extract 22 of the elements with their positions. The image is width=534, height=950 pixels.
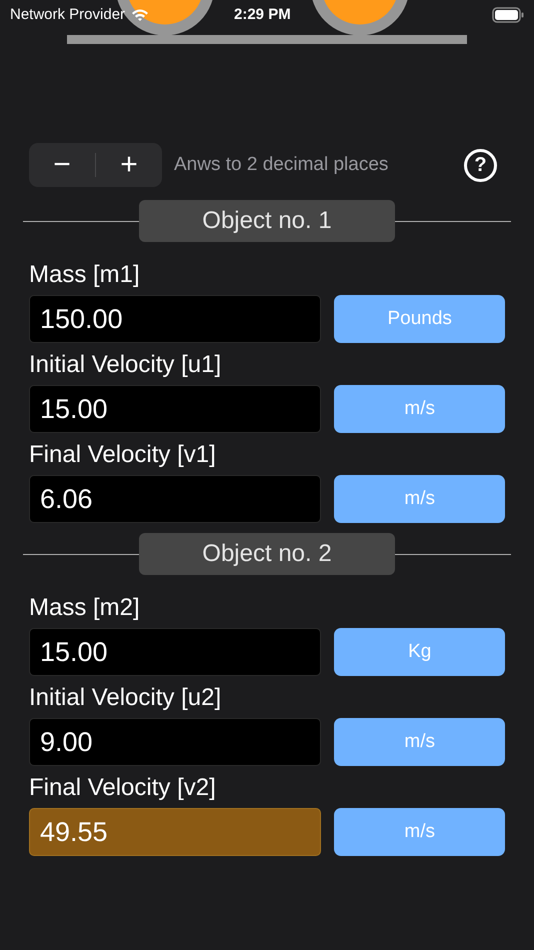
battery-icon bbox=[492, 7, 524, 23]
field-label: Final Velocity [v2] bbox=[29, 773, 216, 803]
number-field[interactable]: 15.00 bbox=[29, 385, 322, 433]
section-title: Object no. 1 bbox=[139, 200, 395, 242]
number-field[interactable]: 49.55 bbox=[29, 808, 322, 856]
section-title: Object no. 2 bbox=[139, 533, 395, 575]
field-label: Mass [m1] bbox=[29, 260, 140, 290]
field-label: Initial Velocity [u1] bbox=[29, 350, 222, 380]
number-field[interactable]: 9.00 bbox=[29, 718, 322, 766]
decrement-button[interactable]: − bbox=[29, 143, 95, 187]
carrier-name: Network Provider bbox=[10, 4, 126, 25]
help-button[interactable]: ? bbox=[464, 148, 497, 182]
field-label: Initial Velocity [u2] bbox=[29, 683, 222, 713]
wifi-icon bbox=[131, 8, 150, 22]
field-label: Final Velocity [v1] bbox=[29, 440, 216, 470]
number-field[interactable]: 15.00 bbox=[29, 628, 322, 676]
clock-time: 2:29 PM bbox=[234, 4, 291, 25]
field-label: Mass [m2] bbox=[29, 593, 140, 623]
increment-button[interactable]: + bbox=[96, 143, 162, 187]
number-field[interactable]: 6.06 bbox=[29, 475, 322, 523]
number-field[interactable]: 150.00 bbox=[29, 295, 322, 343]
precision-note: Anws to 2 decimal places bbox=[174, 152, 388, 177]
